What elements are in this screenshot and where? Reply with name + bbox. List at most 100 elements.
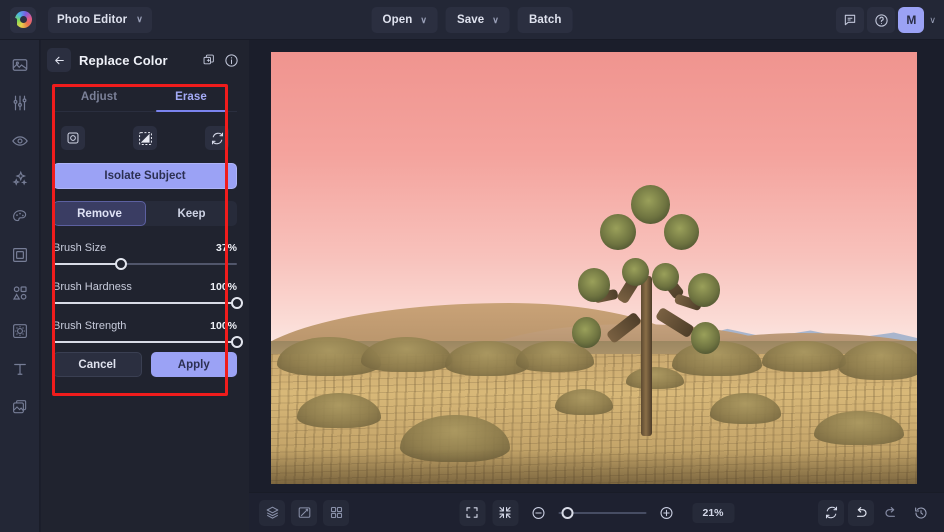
zoom-in-button[interactable] <box>653 500 679 526</box>
tab-adjust[interactable]: Adjust <box>53 84 145 111</box>
undo-button[interactable] <box>848 499 874 526</box>
compare-icon <box>298 507 310 518</box>
brush-size-slider[interactable] <box>53 258 237 270</box>
back-button[interactable] <box>47 48 71 72</box>
grid-button[interactable] <box>323 499 349 526</box>
photo-canvas[interactable] <box>271 52 917 484</box>
history-icon <box>915 506 927 519</box>
eye-icon <box>11 136 28 146</box>
brush-size-knob[interactable] <box>115 258 128 270</box>
avatar-initial: M <box>906 13 917 27</box>
chevron-down-icon: ∨ <box>136 14 143 24</box>
sidebar-item-effects[interactable] <box>5 164 35 194</box>
mode-remove-button[interactable]: Remove <box>53 201 146 226</box>
question-circle-icon <box>875 13 888 27</box>
sidebar-item-retouch[interactable] <box>5 126 35 156</box>
mask-tool-button[interactable] <box>133 126 157 150</box>
sidebar-item-layers[interactable] <box>5 392 35 422</box>
selection-tool-icon <box>67 132 79 144</box>
brush-size-label: Brush Size <box>53 242 107 254</box>
compare-button[interactable] <box>291 499 317 526</box>
shapes-icon <box>12 286 27 300</box>
sidebar-item-image[interactable] <box>5 50 35 80</box>
tree-foliage <box>690 322 721 354</box>
redo-button[interactable] <box>878 500 904 526</box>
cancel-button[interactable]: Cancel <box>53 352 142 377</box>
brush-hardness-slider[interactable] <box>53 297 243 309</box>
brush-strength-fill <box>53 341 237 343</box>
sidebar-item-shapes[interactable] <box>5 278 35 308</box>
apply-button[interactable]: Apply <box>150 352 237 377</box>
sidebar-item-text[interactable] <box>5 354 35 384</box>
refresh-tool-button[interactable] <box>205 126 229 150</box>
batch-button[interactable]: Batch <box>517 7 573 33</box>
refresh-tool-icon <box>211 132 223 144</box>
zoom-out-button[interactable] <box>525 500 551 526</box>
layers-button[interactable] <box>259 499 285 526</box>
sidebar-item-adjust[interactable] <box>5 88 35 118</box>
brush-strength-knob[interactable] <box>231 336 243 348</box>
top-center-actions: Open ∨ Save ∨ Batch <box>371 0 573 40</box>
tab-erase[interactable]: Erase <box>145 84 237 112</box>
erase-mode-segmented-control: Remove Keep <box>53 201 237 226</box>
save-button[interactable]: Save ∨ <box>446 7 510 33</box>
fit-to-screen-button[interactable] <box>459 499 485 526</box>
zoom-level-value[interactable]: 21% <box>692 502 734 523</box>
shrink-button[interactable] <box>492 499 518 526</box>
selection-tool-button[interactable] <box>61 126 85 150</box>
sidebar-item-overlay[interactable] <box>5 316 35 346</box>
feedback-button[interactable] <box>836 7 865 33</box>
help-button[interactable] <box>867 7 896 33</box>
tool-panel: Replace Color Adjust Erase Isolate Subje… <box>41 40 249 532</box>
info-button[interactable] <box>221 50 241 70</box>
history-button[interactable] <box>908 500 934 526</box>
brush-hardness-label: Brush Hardness <box>53 281 132 293</box>
zoom-slider-knob[interactable] <box>561 506 574 519</box>
open-button-label: Open <box>382 14 413 26</box>
info-circle-icon <box>224 53 238 67</box>
panel-tabs: Adjust Erase <box>53 84 237 112</box>
user-avatar[interactable]: M <box>898 7 925 33</box>
zoom-out-icon <box>532 506 544 519</box>
save-button-label: Save <box>457 14 485 26</box>
top-right-actions: M ∨ <box>836 0 936 40</box>
tree-foliage <box>599 213 636 250</box>
mask-checker-tool-icon <box>138 131 152 145</box>
reset-button[interactable] <box>818 499 844 526</box>
tree-branch <box>654 306 695 338</box>
open-button[interactable]: Open ∨ <box>371 7 439 33</box>
tree-foliage <box>687 273 721 307</box>
tab-adjust-label: Adjust <box>80 91 118 103</box>
page-title: Replace Color <box>79 52 168 68</box>
sliders-icon <box>13 95 26 111</box>
app-menu-button[interactable]: Photo Editor ∨ <box>48 6 152 33</box>
chevron-down-icon: ∨ <box>492 14 499 25</box>
layers-copy-icon <box>12 400 26 414</box>
brush-strength-label: Brush Strength <box>53 320 127 332</box>
isolate-subject-button[interactable]: Isolate Subject <box>53 163 237 189</box>
sidebar-item-frame[interactable] <box>5 240 35 270</box>
app-logo[interactable] <box>10 6 36 33</box>
sidebar-item-color[interactable] <box>5 202 35 232</box>
brush-strength-slider[interactable] <box>53 336 243 348</box>
text-icon <box>13 363 26 375</box>
mode-keep-label: Keep <box>177 207 206 220</box>
zoom-controls: 21% <box>459 499 734 526</box>
brush-size-fill <box>53 263 122 265</box>
batch-button-label: Batch <box>528 14 562 26</box>
canvas-area[interactable] <box>249 40 944 492</box>
account-chevron-down-icon[interactable]: ∨ <box>929 15 936 26</box>
zoom-in-icon <box>660 506 672 519</box>
tree-foliage <box>571 317 602 349</box>
chevron-down-icon: ∨ <box>420 14 428 25</box>
mode-keep-button[interactable]: Keep <box>146 201 237 226</box>
frame-icon <box>12 248 27 262</box>
brush-hardness-knob[interactable] <box>231 297 243 309</box>
zoom-slider[interactable] <box>558 506 646 519</box>
fit-to-screen-icon <box>466 507 478 518</box>
undo-icon <box>857 506 867 517</box>
layers-stack-icon <box>266 506 278 519</box>
brush-hardness-value: 100% <box>210 281 237 293</box>
cancel-button-label: Cancel <box>78 358 117 371</box>
duplicate-button[interactable] <box>199 50 219 70</box>
